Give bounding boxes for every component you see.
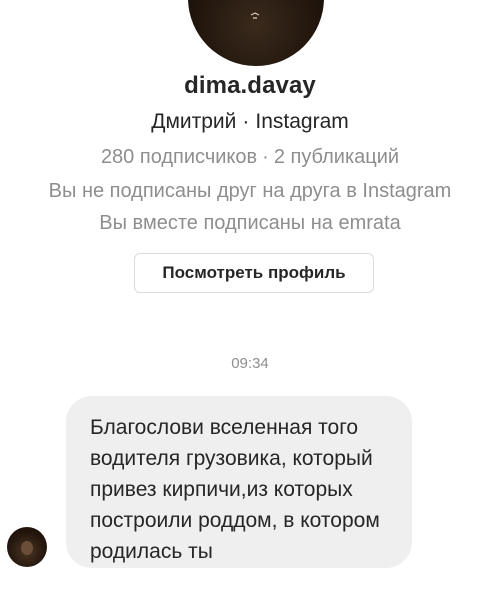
separator-dot: · bbox=[262, 146, 269, 168]
message-line: родилась ты bbox=[90, 540, 213, 563]
profile-avatar[interactable] bbox=[188, 0, 324, 66]
avatar-photo-icon bbox=[250, 12, 260, 19]
message-bubble[interactable]: Благослови вселенная того водителя грузо… bbox=[66, 396, 412, 568]
profile-full-name: Дмитрий bbox=[151, 110, 237, 133]
profile-name-line: Дмитрий · Instagram bbox=[0, 110, 500, 134]
message-line: Благослови вселенная того bbox=[90, 416, 359, 439]
profile-stats: 280 подписчиков · 2 публикаций bbox=[0, 146, 500, 169]
separator-dot: · bbox=[242, 110, 250, 133]
view-profile-button[interactable]: Посмотреть профиль bbox=[134, 253, 374, 293]
profile-platform: Instagram bbox=[255, 110, 349, 133]
avatar-face-icon bbox=[21, 541, 33, 555]
mutual-follow: Вы вместе подписаны на emrata bbox=[99, 212, 401, 234]
profile-username: dima.davay bbox=[184, 72, 316, 99]
follow-status: Вы не подписаны друг на друга в Instagra… bbox=[48, 180, 452, 202]
message-line: построили роддом, в котором bbox=[90, 509, 380, 532]
message-timestamp: 09:34 bbox=[231, 355, 269, 372]
sender-avatar[interactable] bbox=[7, 527, 47, 567]
message-line: водителя грузовика, который bbox=[90, 447, 373, 470]
posts-count: 2 публикаций bbox=[273, 146, 400, 168]
followers-count: 280 подписчиков bbox=[100, 146, 258, 168]
message-line: привез кирпичи,из которых bbox=[90, 478, 353, 501]
